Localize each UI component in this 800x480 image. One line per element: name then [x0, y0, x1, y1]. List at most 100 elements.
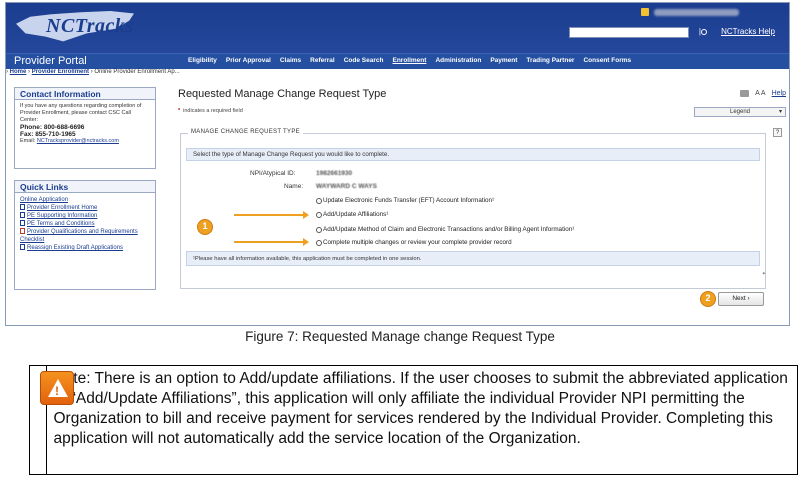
radio-button[interactable] — [316, 239, 322, 246]
search-icon[interactable] — [701, 29, 707, 35]
required-star-icon: * — [178, 108, 181, 114]
doc-icon — [20, 204, 25, 210]
help-link[interactable]: Help — [772, 90, 786, 97]
contact-fax-row: Fax: 855-710-1965 — [20, 131, 150, 138]
option-label: Update Electronic Funds Transfer (EFT) A… — [323, 197, 495, 204]
chevron-right-icon: › — [747, 295, 750, 302]
exclamation-mark: ! — [55, 384, 59, 398]
fax-label: Fax: — [20, 131, 34, 138]
quick-link-label: Provider Enrollment Home — [27, 205, 98, 211]
print-icon[interactable] — [740, 90, 750, 97]
text-size-toggle[interactable]: A A — [755, 90, 766, 97]
breadcrumb: › Home › Provider Enrollment › Online Pr… — [6, 69, 180, 75]
fax-number: 855-710-1965 — [35, 131, 76, 138]
radio-button[interactable] — [316, 226, 322, 233]
callout-badge-1: 1 — [197, 219, 213, 235]
quick-link-label: Reassign Existing Draft Applications — [27, 245, 124, 251]
doc-icon — [20, 244, 25, 250]
fieldset-help-button[interactable]: ? — [773, 128, 782, 137]
nav-item-payment[interactable]: Payment — [490, 57, 517, 64]
npi-label: NPI/Atypical ID: — [250, 170, 296, 177]
note-icon-cell: ! — [30, 366, 74, 474]
phone-label: Phone: — [20, 124, 43, 131]
quick-link-online-application[interactable]: Online Application — [20, 196, 150, 204]
quick-link-pe-supporting-information[interactable]: PE Supporting Information — [20, 212, 150, 220]
option-label: Add/Update Method of Claim and Electroni… — [323, 226, 575, 233]
contact-phone-row: Phone: 800-688-6696 — [20, 124, 150, 131]
nctracks-logo[interactable]: NCTracks — [16, 7, 136, 47]
fieldset-legend: MANAGE CHANGE REQUEST TYPE — [188, 129, 303, 135]
main-navbar: Provider Portal Eligibility Prior Approv… — [6, 53, 789, 69]
quick-link-pe-terms[interactable]: PE Terms and Conditions — [20, 220, 150, 228]
name-label: Name: — [284, 183, 304, 190]
scroll-indicator-icon: ✦ — [761, 271, 766, 277]
required-note-text: indicates a required field — [183, 108, 243, 114]
option-multiple-changes[interactable]: Complete multiple changes or review your… — [316, 239, 512, 246]
option-label: Add/Update Affiliations¹ — [323, 211, 389, 218]
figure-caption: Figure 7: Requested Manage change Reques… — [245, 329, 555, 344]
note-text: Note: There is an option to Add/update a… — [53, 370, 788, 447]
warning-icon: ! — [40, 371, 74, 405]
option-label: Complete multiple changes or review your… — [323, 239, 512, 246]
option-billing-agent[interactable]: Add/Update Method of Claim and Electroni… — [316, 226, 574, 233]
breadcrumb-provider-enrollment[interactable]: Provider Enrollment — [32, 69, 89, 75]
quick-links-body: Online Application Provider Enrollment H… — [15, 193, 155, 255]
email-link[interactable]: NCTracksprovider@nctracks.com — [37, 138, 119, 144]
nav-item-administration[interactable]: Administration — [435, 57, 481, 64]
legend-select[interactable]: Legend ▾ — [694, 107, 786, 117]
portal-title: Provider Portal — [14, 55, 87, 67]
quick-link-qualifications-checklist[interactable]: Provider Qualifications and Requirements… — [20, 228, 150, 244]
breadcrumb-arrow-icon: › — [6, 69, 8, 75]
nav-item-enrollment[interactable]: Enrollment — [392, 57, 426, 64]
nav-item-eligibility[interactable]: Eligibility — [188, 57, 217, 64]
name-value: WAYWARD C WAYS — [316, 183, 377, 190]
quick-link-label: PE Terms and Conditions — [27, 221, 95, 227]
contact-body: If you have any questions regarding comp… — [15, 100, 155, 148]
radio-button[interactable] — [316, 211, 322, 218]
nav-item-referral[interactable]: Referral — [310, 57, 335, 64]
doc-icon — [20, 212, 25, 218]
quick-link-label: Online Application — [20, 197, 69, 203]
search-input[interactable] — [569, 27, 689, 38]
radio-button[interactable] — [316, 197, 322, 204]
contact-intro: If you have any questions regarding comp… — [20, 103, 142, 123]
instruction-bar: Select the type of Manage Change Request… — [186, 148, 760, 161]
callout-arrow-icon — [234, 238, 309, 246]
header-banner: NCTracks | NCTracks Help — [6, 3, 789, 53]
page-tools: A A Help — [740, 90, 786, 97]
nctracks-help-link[interactable]: NCTracks Help — [721, 27, 775, 36]
note-box: ! Note: There is an option to Add/update… — [29, 365, 798, 475]
pdf-icon — [20, 228, 25, 234]
option-affiliations[interactable]: Add/Update Affiliations¹ — [316, 211, 388, 218]
quick-links-title: Quick Links — [15, 181, 155, 193]
breadcrumb-home[interactable]: Home — [10, 69, 27, 75]
contact-title: Contact Information — [15, 88, 155, 100]
quick-link-reassign-drafts[interactable]: Reassign Existing Draft Applications — [20, 244, 150, 252]
option-eft[interactable]: Update Electronic Funds Transfer (EFT) A… — [316, 197, 494, 204]
quick-link-provider-enrollment-home[interactable]: Provider Enrollment Home — [20, 204, 150, 212]
chevron-down-icon: ▾ — [778, 109, 782, 115]
email-label: Email: — [20, 138, 36, 144]
required-field-note: * indicates a required field — [178, 108, 243, 114]
breadcrumb-arrow-icon: › — [28, 69, 31, 75]
nav-item-trading-partner[interactable]: Trading Partner — [526, 57, 574, 64]
nav-item-code-search[interactable]: Code Search — [344, 57, 384, 64]
nav-item-consent-forms[interactable]: Consent Forms — [583, 57, 631, 64]
doc-icon — [20, 220, 25, 226]
quick-links-box: Quick Links Online Application Provider … — [14, 180, 156, 290]
callout-badge-2: 2 — [700, 291, 716, 307]
contact-email-row: Email: NCTracksprovider@nctracks.com — [20, 138, 150, 145]
quick-link-label: PE Supporting Information — [27, 213, 98, 219]
nav-menu: Eligibility Prior Approval Claims Referr… — [188, 57, 631, 64]
breadcrumb-arrow-icon: › — [90, 69, 93, 75]
user-name-redacted — [654, 9, 739, 16]
npi-value: 1982661930 — [316, 170, 353, 177]
quick-link-label: Provider Qualifications and Requirements… — [20, 229, 138, 243]
next-button-label: Next — [732, 295, 746, 302]
legend-select-value: Legend — [729, 109, 751, 115]
footnote-bar: ¹Please have all information available, … — [186, 251, 760, 266]
nav-item-claims[interactable]: Claims — [280, 57, 301, 64]
phone-number: 800-688-6696 — [43, 124, 85, 131]
nav-item-prior-approval[interactable]: Prior Approval — [226, 57, 271, 64]
next-button[interactable]: Next › — [718, 292, 764, 306]
